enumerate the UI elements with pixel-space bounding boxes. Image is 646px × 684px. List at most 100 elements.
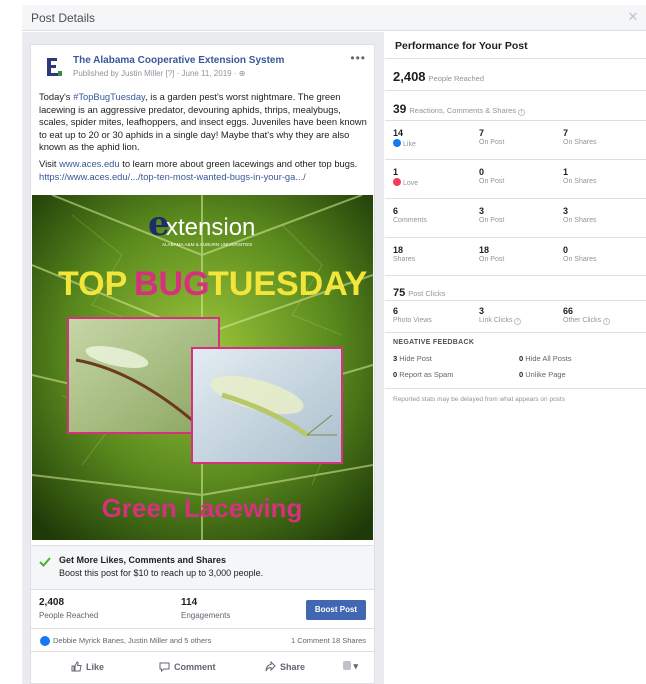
article-link[interactable]: https://www.aces.edu/.../top-ten-most-wa…: [39, 171, 306, 182]
love-on-post-cell: 0 On Post: [479, 167, 504, 185]
engagement-count: 39: [393, 102, 407, 116]
checkmark-icon: [39, 557, 51, 567]
shares-on-shares-cell: 0 On Shares: [563, 245, 596, 263]
share-as-selector[interactable]: ▾: [343, 661, 358, 672]
more-options-icon[interactable]: •••: [350, 51, 366, 65]
hide-all-posts-stat: 0 Hide All Posts: [519, 354, 572, 363]
share-label: Share: [280, 662, 306, 672]
text-segment: Today's: [39, 91, 74, 102]
shares-on-shares-label-wrap: On Shares: [563, 256, 596, 263]
close-icon[interactable]: ✕: [626, 10, 640, 24]
post-stats: 2,408 People Reached 114 Engagements Boo…: [31, 591, 374, 629]
post-meta: Published by Justin Miller [?] · June 11…: [73, 69, 245, 78]
love-on-shares-label-wrap: On Shares: [563, 178, 596, 185]
comment-button[interactable]: Comment: [159, 661, 216, 673]
post-image[interactable]: e xtension ALABAMA A&M & AUBURN UNIVERSI…: [32, 195, 373, 540]
negative-feedback-section: NEGATIVE FEEDBACK 3 Hide Post 0 Hide All…: [385, 332, 646, 388]
photo-views-label: Photo Views: [393, 317, 432, 324]
love-reaction-icon: [393, 178, 401, 186]
like-on-post-count: 7: [479, 128, 485, 138]
like-button[interactable]: Like: [71, 661, 104, 672]
report-spam-count: 0: [393, 370, 398, 379]
engagements-label: Engagements: [181, 611, 231, 620]
shares-on-shares-count: 0: [563, 245, 569, 255]
brand-wordmark: xtension: [166, 214, 255, 241]
breakdown-row-love: 1 Love 0 On Post 1 On Shares: [385, 159, 646, 198]
comments-on-shares-label: On Shares: [563, 217, 597, 224]
post-details-dialog: Post Details ✕ The Alabama Cooperative E…: [22, 5, 646, 684]
comments-on-post-cell: 3 On Post: [479, 206, 504, 224]
like-reaction-icon: [393, 139, 401, 147]
info-icon[interactable]: i: [603, 318, 611, 325]
unlike-page-count: 0: [519, 370, 524, 379]
photo-views-count: 6: [393, 306, 399, 316]
reaction-names-link[interactable]: Debbie Myrick Banes, Justin Miller and 5…: [53, 636, 211, 645]
text-segment: Visit: [39, 157, 60, 169]
reach-count: 2,408: [393, 69, 426, 84]
share-icon: [265, 660, 276, 672]
hide-all-posts-count: 0: [519, 354, 524, 363]
other-clicks-label: Other Clicks: [563, 317, 602, 324]
hide-all-posts-label: Hide All Posts: [525, 354, 572, 363]
thumbs-up-icon: [71, 661, 82, 672]
love-on-post-count: 0: [479, 167, 485, 177]
love-on-shares-label: On Shares: [563, 178, 597, 185]
comments-on-post-label: On Post: [479, 217, 505, 224]
lacewing-graphic: e xtension ALABAMA A&M & AUBURN UNIVERSI…: [32, 195, 373, 540]
post-clicks-count: 75: [393, 287, 406, 299]
shares-total-label: Shares: [393, 256, 416, 263]
avatar-icon: [343, 661, 351, 670]
like-on-shares-cell: 7 On Shares: [563, 128, 596, 146]
boost-title: Get More Likes, Comments and Shares: [59, 555, 227, 565]
breakdown-row-like: 14 Like 7 On Post 7 On Shares: [385, 120, 646, 159]
love-total-label-wrap: Love: [393, 178, 418, 187]
love-total-count: 1: [393, 167, 399, 177]
like-on-shares-label: On Shares: [563, 139, 597, 146]
hide-post-count: 3: [393, 354, 398, 363]
post-header: The Alabama Cooperative Extension System…: [31, 45, 374, 89]
report-spam-stat: 0 Report as Spam: [393, 370, 453, 379]
clicks-breakdown: 6 Photo Views 3 Link Clicks i 66 Other Click…: [385, 300, 646, 332]
link-clicks-label-wrap: Link Clicks i: [479, 317, 522, 325]
hashtag-link[interactable]: #TopBugTuesday: [73, 91, 145, 102]
comments-on-post-count: 3: [479, 206, 485, 216]
hide-post-stat: 3 Hide Post: [393, 354, 432, 363]
page-name-link[interactable]: The Alabama Cooperative Extension System: [73, 55, 284, 66]
like-on-post-cell: 7 On Post: [479, 128, 504, 146]
comments-on-post-label-wrap: On Post: [479, 217, 504, 224]
people-reached-label: People Reached: [39, 611, 99, 620]
info-icon[interactable]: i: [518, 109, 526, 116]
other-clicks-count: 66: [563, 306, 574, 316]
other-clicks-label-wrap: Other Clicks i: [563, 317, 611, 325]
link-clicks-label: Link Clicks: [479, 317, 513, 324]
like-on-shares-count: 7: [563, 128, 569, 138]
extension-logo-icon[interactable]: [41, 55, 65, 79]
love-on-shares-count: 1: [563, 167, 569, 177]
love-on-post-label-wrap: On Post: [479, 178, 504, 185]
boost-subtitle: Boost this post for $10 to reach up to 3…: [59, 568, 264, 578]
like-reaction-icon: [40, 636, 50, 646]
share-button[interactable]: Share: [265, 660, 306, 672]
post-paragraph-2: Visit www.aces.edu to learn more about g…: [39, 158, 371, 183]
comments-on-shares-count: 3: [563, 206, 569, 216]
post-actions: Like Comment Share ▾: [31, 653, 374, 683]
shares-on-post-count: 18: [479, 245, 490, 255]
post-paragraph-1: Today's #TopBugTuesday, is a garden pest…: [39, 91, 371, 154]
breakdown-row-comments: 6 Comments 3 On Post 3 On Shares: [385, 198, 646, 237]
comments-total-label-wrap: Comments: [393, 217, 427, 224]
love-total-cell: 1 Love: [393, 167, 418, 187]
graphic-caption: Green Lacewing: [102, 493, 303, 523]
comments-shares-count[interactable]: 1 Comment 18 Shares: [291, 636, 366, 645]
info-icon[interactable]: i: [514, 318, 522, 325]
engagements-count: 114: [181, 597, 198, 608]
site-link[interactable]: www.aces.edu: [59, 158, 119, 169]
dialog-header: Post Details ✕: [22, 5, 646, 31]
love-on-shares-cell: 1 On Shares: [563, 167, 596, 185]
boost-post-button[interactable]: Boost Post: [306, 600, 366, 620]
comments-on-shares-cell: 3 On Shares: [563, 206, 596, 224]
headline-top: TOP: [58, 265, 127, 303]
stats-note-section: Reported stats may be delayed from what …: [385, 388, 646, 408]
comments-total-cell: 6 Comments: [393, 206, 427, 224]
people-reached-count: 2,408: [39, 597, 65, 608]
post-meta-text: Published by Justin Miller [?] · June 11…: [73, 69, 239, 78]
